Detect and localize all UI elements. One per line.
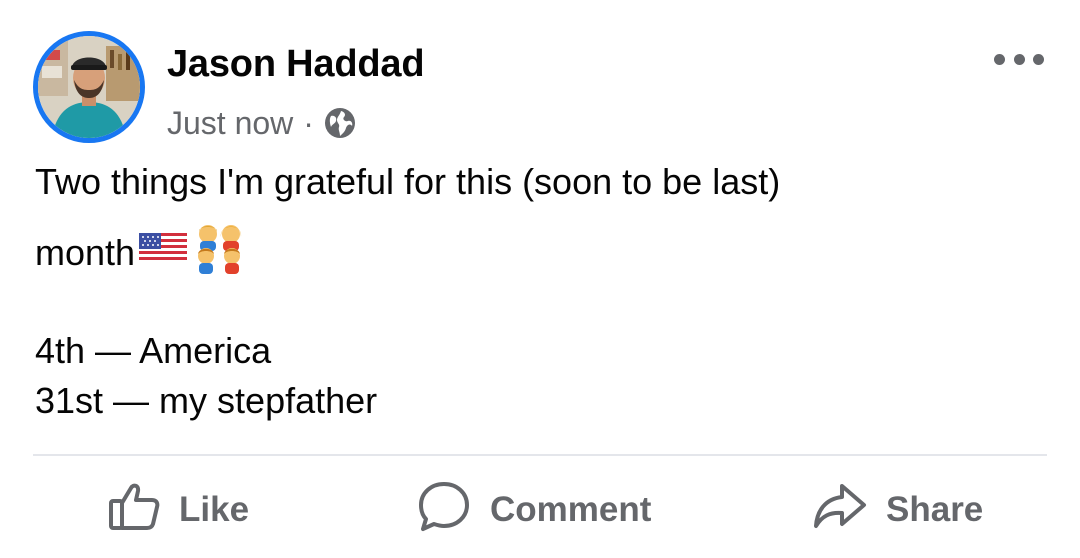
- thumbs-up-icon: [107, 480, 161, 541]
- share-label: Share: [886, 490, 984, 529]
- share-arrow-icon: [812, 481, 868, 540]
- globe-icon[interactable]: [323, 106, 357, 140]
- author-name[interactable]: Jason Haddad: [167, 43, 425, 86]
- actions-divider: [33, 454, 1047, 456]
- comment-button[interactable]: Comment: [416, 470, 651, 550]
- post-card: Jason Haddad Just now · Two things I'm g…: [0, 0, 1080, 558]
- post-text-line-2: month: [35, 221, 247, 284]
- post-meta: Just now ·: [167, 103, 357, 143]
- comment-label: Comment: [490, 490, 652, 529]
- comment-bubble-icon: [416, 479, 472, 542]
- post-text-line-3: 4th — America: [35, 330, 272, 371]
- us-flag-emoji: [138, 230, 188, 275]
- like-button[interactable]: Like: [107, 470, 249, 550]
- post-actions-bar: Like Comment Share: [0, 470, 1080, 550]
- post-text-line-4: 31st — my stepfather: [35, 380, 378, 421]
- share-button[interactable]: Share: [812, 470, 983, 550]
- like-label: Like: [179, 490, 250, 529]
- post-text-month: month: [35, 231, 136, 273]
- meta-separator: ·: [303, 104, 314, 141]
- more-options-icon[interactable]: [994, 46, 1044, 72]
- profile-photo-icon: [38, 36, 140, 138]
- post-text-line-1: Two things I'm grateful for this (soon t…: [35, 161, 781, 202]
- avatar[interactable]: [33, 31, 145, 143]
- post-timestamp[interactable]: Just now: [167, 105, 293, 142]
- family-emoji: [191, 221, 247, 284]
